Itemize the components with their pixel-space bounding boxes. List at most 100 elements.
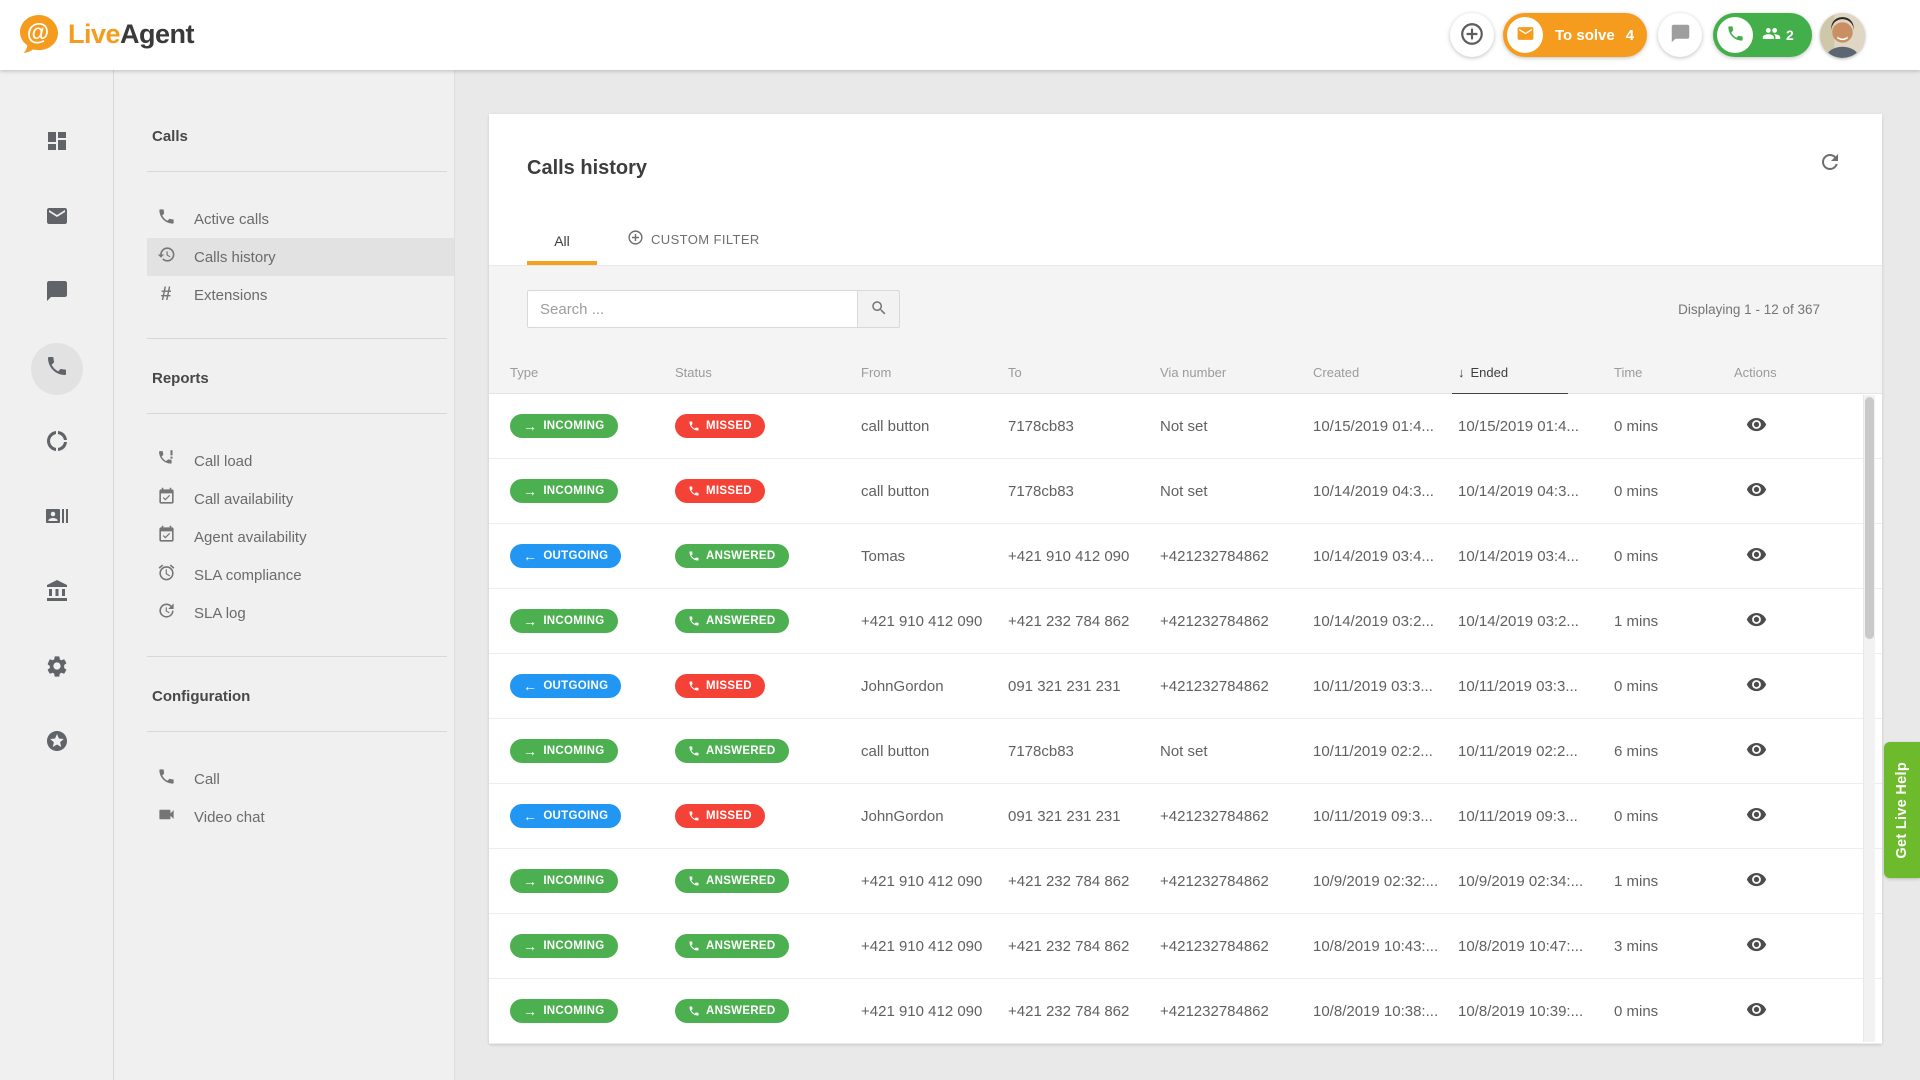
phone-icon [688,550,700,562]
from-cell: JohnGordon [861,678,1008,695]
rail-item-calls[interactable] [0,331,114,406]
created-cell: 10/11/2019 02:2... [1313,743,1458,760]
user-avatar[interactable] [1820,13,1865,58]
column-header-actions[interactable]: Actions [1734,350,1860,394]
nav-item-sla-log[interactable]: SLA log [147,594,454,632]
created-cell: 10/9/2019 02:32:... [1313,873,1458,890]
created-cell: 10/14/2019 03:4... [1313,548,1458,565]
to-cell: +421 910 412 090 [1008,548,1160,565]
type-badge: ←OUTGOING [510,544,621,568]
time-cell: 3 mins [1614,938,1734,955]
from-cell: call button [861,483,1008,500]
view-call-button[interactable] [1744,477,1769,505]
direction-arrow-icon: → [523,1004,537,1018]
displaying-count: Displaying 1 - 12 of 367 [1678,302,1820,317]
view-call-button[interactable] [1744,867,1769,895]
history-icon [156,247,176,267]
rail-item-dashboard[interactable] [0,106,114,181]
ended-cell: 10/8/2019 10:39:... [1458,1003,1614,1020]
calls-online-button[interactable]: 2 [1713,13,1812,57]
view-call-button[interactable] [1744,737,1769,765]
rail-item-company[interactable] [0,556,114,631]
nav-item-sla-compliance[interactable]: SLA compliance [147,556,454,594]
rail-item-contacts[interactable] [0,481,114,556]
rail-item-upgrade[interactable] [0,706,114,781]
view-call-button[interactable] [1744,672,1769,700]
add-new-button[interactable] [1450,13,1494,57]
nav-item-agent-availability[interactable]: Agent availability [147,518,454,556]
hash-icon: # [156,285,176,305]
created-cell: 10/11/2019 09:3... [1313,808,1458,825]
avatar-photo [1820,13,1865,58]
view-call-button[interactable] [1744,997,1769,1025]
column-header-from[interactable]: From [861,350,1008,394]
search-input[interactable] [527,290,857,328]
nav-item-call-availability[interactable]: Call availability [147,480,454,518]
table-scrollbar[interactable] [1863,395,1875,1042]
eye-icon [1746,488,1767,503]
ended-cell: 10/11/2019 09:3... [1458,808,1614,825]
svg-text:@: @ [27,19,49,45]
ended-cell: 10/14/2019 04:3... [1458,483,1614,500]
column-header-via[interactable]: Via number [1160,350,1313,394]
rail-item-tickets[interactable] [0,181,114,256]
column-header-status[interactable]: Status [675,350,861,394]
to-cell: 7178cb83 [1008,483,1160,500]
alarm-icon [156,565,176,585]
view-call-button[interactable] [1744,542,1769,570]
eye-icon [1746,618,1767,633]
column-header-created[interactable]: Created [1313,350,1458,394]
page-title: Calls history [527,157,647,180]
rail-item-chats[interactable] [0,256,114,331]
view-call-button[interactable] [1744,412,1769,440]
tab-custom-filter[interactable]: CUSTOM FILTER [627,229,760,265]
ended-cell: 10/15/2019 01:4... [1458,418,1614,435]
type-badge: →INCOMING [510,934,618,958]
view-call-button[interactable] [1744,932,1769,960]
nav-item-label: Active calls [194,211,269,228]
tab-all[interactable]: All [527,233,597,265]
view-call-button[interactable] [1744,607,1769,635]
nav-item-calls-history[interactable]: Calls history [147,238,454,276]
to-solve-button[interactable]: To solve 4 [1503,13,1647,57]
column-header-time[interactable]: Time [1614,350,1734,394]
status-badge: MISSED [675,804,765,828]
phone-icon [156,209,176,229]
sort-desc-icon: ↓ [1458,365,1465,380]
search-button[interactable] [857,290,900,328]
chats-button[interactable] [1658,13,1702,57]
time-cell: 0 mins [1614,483,1734,500]
liveagent-logo[interactable]: @ LiveAgent [14,10,194,58]
via-number-cell: Not set [1160,418,1313,435]
nav-item-call-load[interactable]: Call load [147,442,454,480]
nav-item-label: SLA log [194,605,246,622]
phone-icon [688,1005,700,1017]
logo-wordmark: LiveAgent [68,19,194,50]
to-cell: 7178cb83 [1008,743,1160,760]
direction-arrow-icon: ← [523,809,537,823]
rail-item-settings[interactable] [0,631,114,706]
rail-item-reports[interactable] [0,406,114,481]
nav-item-extensions[interactable]: #Extensions [147,276,454,314]
type-badge: →INCOMING [510,479,618,503]
get-live-help-button[interactable]: Get Live Help [1884,742,1920,878]
topbar: @ LiveAgent To solve 4 2 [0,0,1920,70]
nav-item-label: Call [194,771,220,788]
phone-icon [688,745,700,757]
nav-items: Active calls Calls history#Extensions [114,200,454,314]
from-cell: JohnGordon [861,808,1008,825]
scrollbar-thumb[interactable] [1865,397,1874,639]
table-row: →INCOMING ANSWERED +421 910 412 090 +421… [489,914,1882,979]
status-badge: ANSWERED [675,739,789,763]
column-header-type[interactable]: Type [510,350,675,394]
status-badge: MISSED [675,414,765,438]
refresh-button[interactable] [1818,150,1842,177]
nav-item-active-calls[interactable]: Active calls [147,200,454,238]
column-header-to[interactable]: To [1008,350,1160,394]
nav-item-video-chat[interactable]: Video chat [147,798,454,836]
table-row: ←OUTGOING MISSED JohnGordon 091 321 231 … [489,784,1882,849]
column-header-ended[interactable]: ↓Ended [1458,350,1614,394]
view-call-button[interactable] [1744,802,1769,830]
created-cell: 10/11/2019 03:3... [1313,678,1458,695]
nav-item-call[interactable]: Call [147,760,454,798]
